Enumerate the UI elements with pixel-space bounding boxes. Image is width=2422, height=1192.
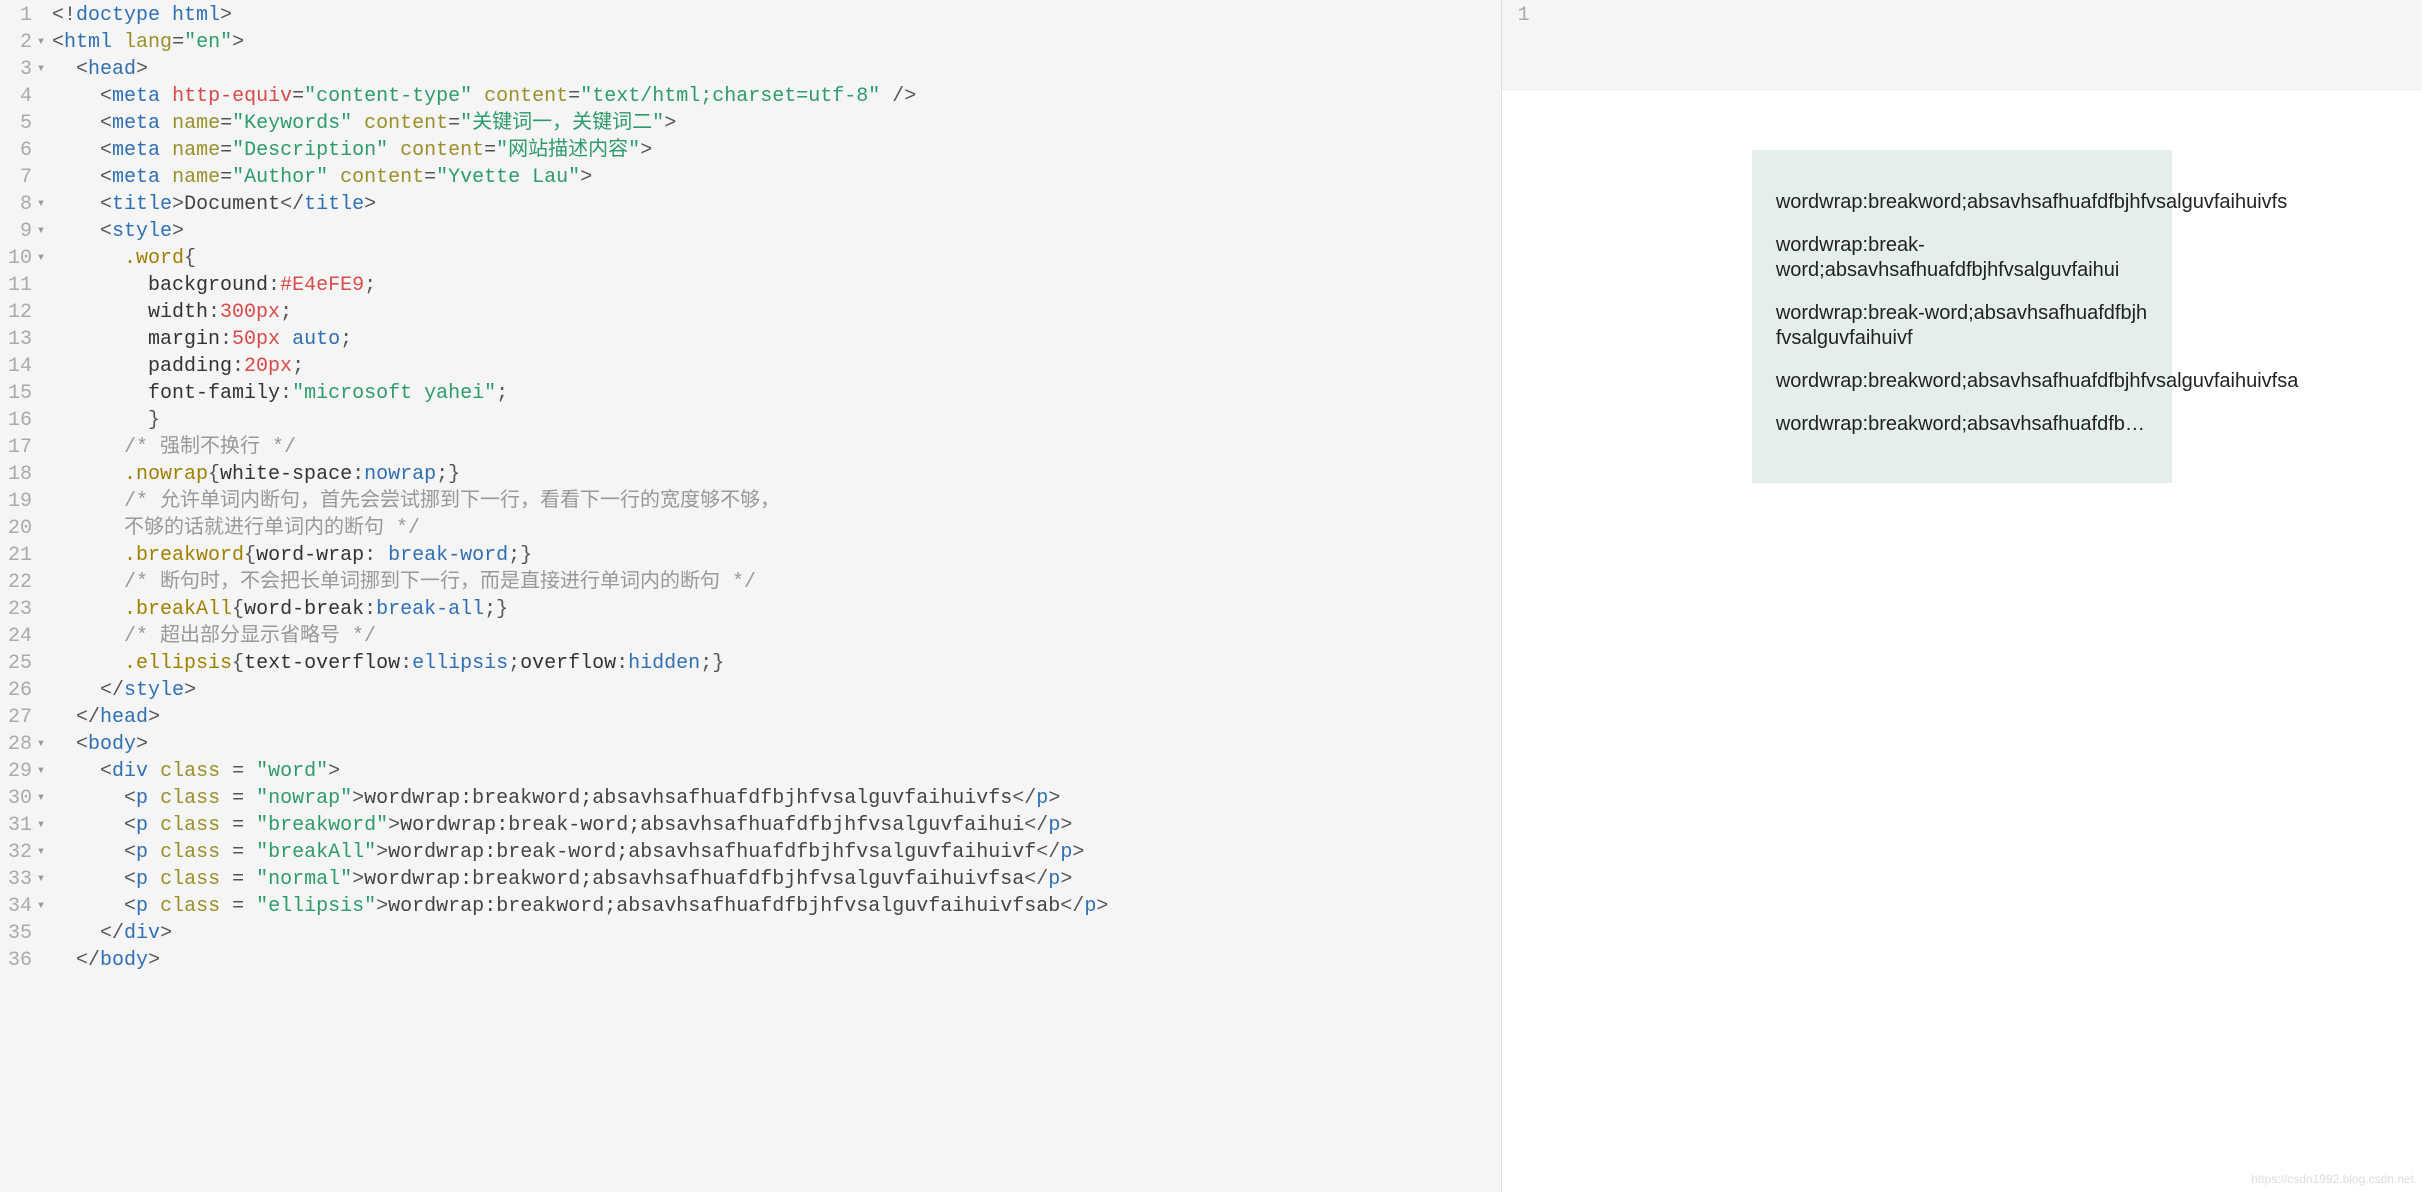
preview-panel: 1 wordwrap:breakword;absavhsafhuafdfbjhf… bbox=[1502, 0, 2422, 1192]
gutter-line: 25 bbox=[4, 650, 46, 677]
code-line[interactable]: <div class = "word"> bbox=[52, 758, 1501, 785]
code-line[interactable]: <meta http-equiv="content-type" content=… bbox=[52, 83, 1501, 110]
gutter-line: 23 bbox=[4, 596, 46, 623]
gutter-line: 2▾ bbox=[4, 29, 46, 56]
code-line[interactable]: <title>Document</title> bbox=[52, 191, 1501, 218]
gutter-line: 19 bbox=[4, 488, 46, 515]
code-line[interactable]: <html lang="en"> bbox=[52, 29, 1501, 56]
code-area[interactable]: <!doctype html><html lang="en"> <head> <… bbox=[52, 0, 1501, 1192]
code-line[interactable]: <meta name="Description" content="网站描述内容… bbox=[52, 137, 1501, 164]
code-line[interactable]: width:300px; bbox=[52, 299, 1501, 326]
code-editor[interactable]: 12▾3▾45678▾9▾10▾111213141516171819202122… bbox=[0, 0, 1502, 1192]
fold-toggle-icon[interactable]: ▾ bbox=[36, 758, 46, 785]
code-line[interactable]: <meta name="Keywords" content="关键词一，关键词二… bbox=[52, 110, 1501, 137]
gutter-line: 28▾ bbox=[4, 731, 46, 758]
gutter-line: 32▾ bbox=[4, 839, 46, 866]
gutter-line: 4 bbox=[4, 83, 46, 110]
gutter-line: 12 bbox=[4, 299, 46, 326]
code-line[interactable]: /* 强制不换行 */ bbox=[52, 434, 1501, 461]
code-line[interactable]: .nowrap{white-space:nowrap;} bbox=[52, 461, 1501, 488]
code-line[interactable]: <p class = "normal">wordwrap:breakword;a… bbox=[52, 866, 1501, 893]
code-line[interactable]: <!doctype html> bbox=[52, 2, 1501, 29]
code-line[interactable]: </body> bbox=[52, 947, 1501, 974]
code-line[interactable]: 不够的话就进行单词内的断句 */ bbox=[52, 515, 1501, 542]
gutter-line: 31▾ bbox=[4, 812, 46, 839]
code-line[interactable]: </div> bbox=[52, 920, 1501, 947]
gutter-line: 5 bbox=[4, 110, 46, 137]
gutter-line: 10▾ bbox=[4, 245, 46, 272]
code-line[interactable]: .breakAll{word-break:break-all;} bbox=[52, 596, 1501, 623]
code-line[interactable]: /* 断句时，不会把长单词挪到下一行，而是直接进行单词内的断句 */ bbox=[52, 569, 1501, 596]
code-line[interactable]: /* 超出部分显示省略号 */ bbox=[52, 623, 1501, 650]
gutter-line: 24 bbox=[4, 623, 46, 650]
gutter-line: 22 bbox=[4, 569, 46, 596]
code-line[interactable]: <meta name="Author" content="Yvette Lau"… bbox=[52, 164, 1501, 191]
fold-toggle-icon[interactable]: ▾ bbox=[36, 866, 46, 893]
gutter-line: 21 bbox=[4, 542, 46, 569]
preview-gutter: 1 bbox=[1502, 0, 2422, 90]
code-line[interactable]: background:#E4eFE9; bbox=[52, 272, 1501, 299]
gutter-line: 36 bbox=[4, 947, 46, 974]
preview-body: wordwrap:breakword;absavhsafhuafdfbjhfvs… bbox=[1502, 90, 2422, 1192]
code-line[interactable]: <p class = "ellipsis">wordwrap:breakword… bbox=[52, 893, 1501, 920]
gutter-line: 17 bbox=[4, 434, 46, 461]
gutter-line: 34▾ bbox=[4, 893, 46, 920]
gutter-line: 3▾ bbox=[4, 56, 46, 83]
fold-toggle-icon[interactable]: ▾ bbox=[36, 785, 46, 812]
watermark: https://csdn1992.blog.csdn.net bbox=[2251, 1172, 2414, 1186]
gutter-line: 7 bbox=[4, 164, 46, 191]
gutter-line: 16 bbox=[4, 407, 46, 434]
preview-line-number: 1 bbox=[1518, 4, 1530, 27]
gutter-line: 30▾ bbox=[4, 785, 46, 812]
fold-toggle-icon[interactable]: ▾ bbox=[36, 245, 46, 272]
code-line[interactable]: } bbox=[52, 407, 1501, 434]
code-line[interactable]: <head> bbox=[52, 56, 1501, 83]
line-gutter: 12▾3▾45678▾9▾10▾111213141516171819202122… bbox=[0, 0, 52, 1192]
code-line[interactable]: font-family:"microsoft yahei"; bbox=[52, 380, 1501, 407]
code-line[interactable]: .ellipsis{text-overflow:ellipsis;overflo… bbox=[52, 650, 1501, 677]
gutter-line: 35 bbox=[4, 920, 46, 947]
gutter-line: 6 bbox=[4, 137, 46, 164]
paragraph-ellipsis: wordwrap:breakword;absavhsafhuafdfbjhfvs… bbox=[1776, 412, 2148, 437]
paragraph-nowrap: wordwrap:breakword;absavhsafhuafdfbjhfvs… bbox=[1776, 190, 2148, 215]
code-line[interactable]: <style> bbox=[52, 218, 1501, 245]
code-line[interactable]: margin:50px auto; bbox=[52, 326, 1501, 353]
gutter-line: 8▾ bbox=[4, 191, 46, 218]
gutter-line: 13 bbox=[4, 326, 46, 353]
gutter-line: 29▾ bbox=[4, 758, 46, 785]
word-box: wordwrap:breakword;absavhsafhuafdfbjhfvs… bbox=[1752, 150, 2172, 483]
gutter-line: 15 bbox=[4, 380, 46, 407]
code-line[interactable]: <p class = "nowrap">wordwrap:breakword;a… bbox=[52, 785, 1501, 812]
gutter-line: 9▾ bbox=[4, 218, 46, 245]
code-line[interactable]: </head> bbox=[52, 704, 1501, 731]
gutter-line: 26 bbox=[4, 677, 46, 704]
paragraph-breakword: wordwrap:break-word;absavhsafhuafdfbjhfv… bbox=[1776, 233, 2148, 283]
fold-toggle-icon[interactable]: ▾ bbox=[36, 839, 46, 866]
fold-toggle-icon[interactable]: ▾ bbox=[36, 731, 46, 758]
code-line[interactable]: .breakword{word-wrap: break-word;} bbox=[52, 542, 1501, 569]
fold-toggle-icon[interactable]: ▾ bbox=[36, 56, 46, 83]
paragraph-breakall: wordwrap:break-word;absavhsafhuafdfbjhfv… bbox=[1776, 301, 2148, 351]
gutter-line: 1 bbox=[4, 2, 46, 29]
fold-toggle-icon[interactable]: ▾ bbox=[36, 29, 46, 56]
code-line[interactable]: padding:20px; bbox=[52, 353, 1501, 380]
gutter-line: 20 bbox=[4, 515, 46, 542]
gutter-line: 27 bbox=[4, 704, 46, 731]
code-line[interactable]: <body> bbox=[52, 731, 1501, 758]
code-line[interactable]: </style> bbox=[52, 677, 1501, 704]
code-line[interactable]: .word{ bbox=[52, 245, 1501, 272]
fold-toggle-icon[interactable]: ▾ bbox=[36, 218, 46, 245]
fold-toggle-icon[interactable]: ▾ bbox=[36, 812, 46, 839]
code-line[interactable]: /* 允许单词内断句，首先会尝试挪到下一行，看看下一行的宽度够不够， bbox=[52, 488, 1501, 515]
fold-toggle-icon[interactable]: ▾ bbox=[36, 893, 46, 920]
paragraph-normal: wordwrap:breakword;absavhsafhuafdfbjhfvs… bbox=[1776, 369, 2148, 394]
gutter-line: 33▾ bbox=[4, 866, 46, 893]
gutter-line: 14 bbox=[4, 353, 46, 380]
code-line[interactable]: <p class = "breakword">wordwrap:break-wo… bbox=[52, 812, 1501, 839]
code-line[interactable]: <p class = "breakAll">wordwrap:break-wor… bbox=[52, 839, 1501, 866]
fold-toggle-icon[interactable]: ▾ bbox=[36, 191, 46, 218]
gutter-line: 18 bbox=[4, 461, 46, 488]
gutter-line: 11 bbox=[4, 272, 46, 299]
